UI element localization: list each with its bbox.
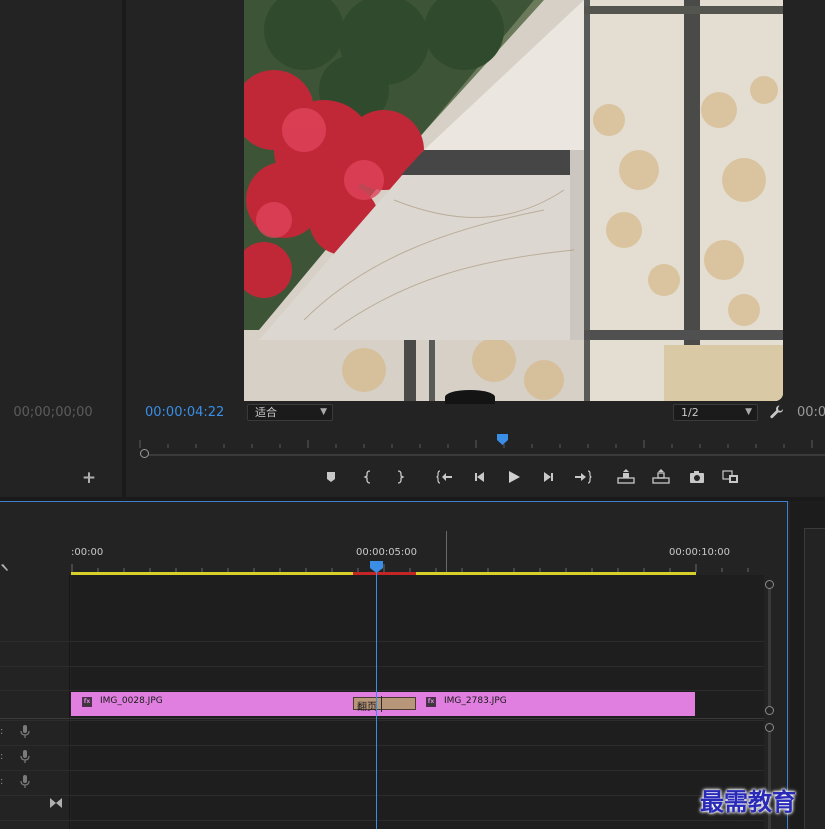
go-to-in-icon xyxy=(436,470,452,484)
source-timecode[interactable]: 00;00;00;00 xyxy=(0,405,106,420)
microphone-icon[interactable] xyxy=(20,750,30,763)
track-separator xyxy=(0,666,764,667)
timeline-playhead-handle[interactable] xyxy=(370,561,383,573)
play-button[interactable] xyxy=(505,469,523,485)
add-marker-button[interactable] xyxy=(322,469,340,485)
marker-icon xyxy=(327,472,335,482)
fit-dropdown[interactable]: 适合 ▼ xyxy=(247,404,333,421)
extract-button[interactable] xyxy=(652,469,670,485)
lift-icon xyxy=(617,469,635,484)
wrench-icon[interactable] xyxy=(770,405,784,419)
timeline-time-ruler[interactable] xyxy=(71,540,764,575)
compare-icon xyxy=(722,470,738,483)
transition-label: 翻页 xyxy=(357,702,377,713)
program-duration-timecode[interactable]: 00:0 xyxy=(797,405,825,420)
track-headers xyxy=(0,575,70,829)
compare-view-button[interactable] xyxy=(722,469,740,485)
video-edge-shadow xyxy=(445,390,495,404)
lift-button[interactable] xyxy=(617,469,635,485)
program-playhead-timecode[interactable]: 00:00:04:22 xyxy=(145,405,224,420)
transition-center-mark xyxy=(381,696,382,712)
fit-dropdown-value: 适合 xyxy=(255,406,277,419)
go-to-in-button[interactable] xyxy=(436,469,454,485)
step-forward-icon xyxy=(544,472,553,482)
program-time-ruler[interactable] xyxy=(138,436,825,448)
microphone-icon[interactable] xyxy=(20,775,30,788)
resolution-dropdown-value: 1/2 xyxy=(681,406,699,419)
step-forward-button[interactable] xyxy=(540,469,558,485)
chevron-down-icon: ▼ xyxy=(745,407,752,417)
render-status-bar xyxy=(353,572,416,575)
watermark-logo: 最需教育 xyxy=(700,787,796,816)
audio-meter-area xyxy=(804,528,825,829)
ruler-label-10s: 00:00:10:00 xyxy=(669,547,731,558)
step-back-button[interactable] xyxy=(470,469,488,485)
mark-out-icon xyxy=(397,470,405,484)
go-to-out-button[interactable] xyxy=(574,469,592,485)
track-separator xyxy=(0,745,764,746)
track-separator xyxy=(0,641,764,642)
mark-out-button[interactable] xyxy=(391,469,409,485)
play-icon xyxy=(509,471,520,483)
ruler-label-5s: 00:00:05:00 xyxy=(356,547,418,558)
track-separator xyxy=(0,690,764,691)
fx-badge-icon[interactable]: fx xyxy=(82,697,92,707)
go-to-out-icon xyxy=(575,470,592,484)
audio-track-label: : xyxy=(0,751,4,762)
camera-icon xyxy=(690,471,704,483)
audio-track-label: : xyxy=(0,726,4,737)
chevron-down-icon: ▼ xyxy=(320,407,327,417)
resolution-dropdown[interactable]: 1/2 ▼ xyxy=(673,404,758,421)
master-track-icon[interactable] xyxy=(50,798,62,808)
extract-icon xyxy=(652,469,670,484)
track-separator xyxy=(0,795,764,796)
track-separator xyxy=(0,770,764,771)
video-frame-image xyxy=(244,0,783,401)
timeline-marker-line xyxy=(446,531,447,573)
step-back-icon xyxy=(475,472,484,482)
source-monitor-panel xyxy=(0,0,122,497)
mark-in-icon xyxy=(363,470,371,484)
fx-badge-icon[interactable]: fx xyxy=(426,697,436,707)
track-scroll-track[interactable] xyxy=(768,588,771,710)
clip-label-img-2783: IMG_2783.JPG xyxy=(444,696,507,706)
track-separator xyxy=(0,720,764,721)
mark-in-button[interactable] xyxy=(359,469,377,485)
video-preview xyxy=(244,0,783,401)
clip-label-img-0028: IMG_0028.JPG xyxy=(100,696,163,706)
timeline-settings-icon[interactable] xyxy=(0,563,10,573)
zoom-handle-left[interactable] xyxy=(140,449,149,458)
add-button[interactable]: + xyxy=(80,469,98,487)
track-separator xyxy=(0,820,764,821)
program-playhead-handle[interactable] xyxy=(497,434,508,445)
program-scrub-bar[interactable] xyxy=(140,449,825,457)
audio-track-label: : xyxy=(0,776,4,787)
track-separator xyxy=(0,718,764,719)
audio-scroll-handle-top[interactable] xyxy=(765,723,774,732)
microphone-icon[interactable] xyxy=(20,725,30,738)
ruler-label-start: :00:00 xyxy=(71,547,104,558)
timeline-playhead-line[interactable] xyxy=(376,566,377,829)
video-scroll-handle-bottom[interactable] xyxy=(765,706,774,715)
video-scroll-handle-top[interactable] xyxy=(765,580,774,589)
export-frame-button[interactable] xyxy=(688,469,706,485)
